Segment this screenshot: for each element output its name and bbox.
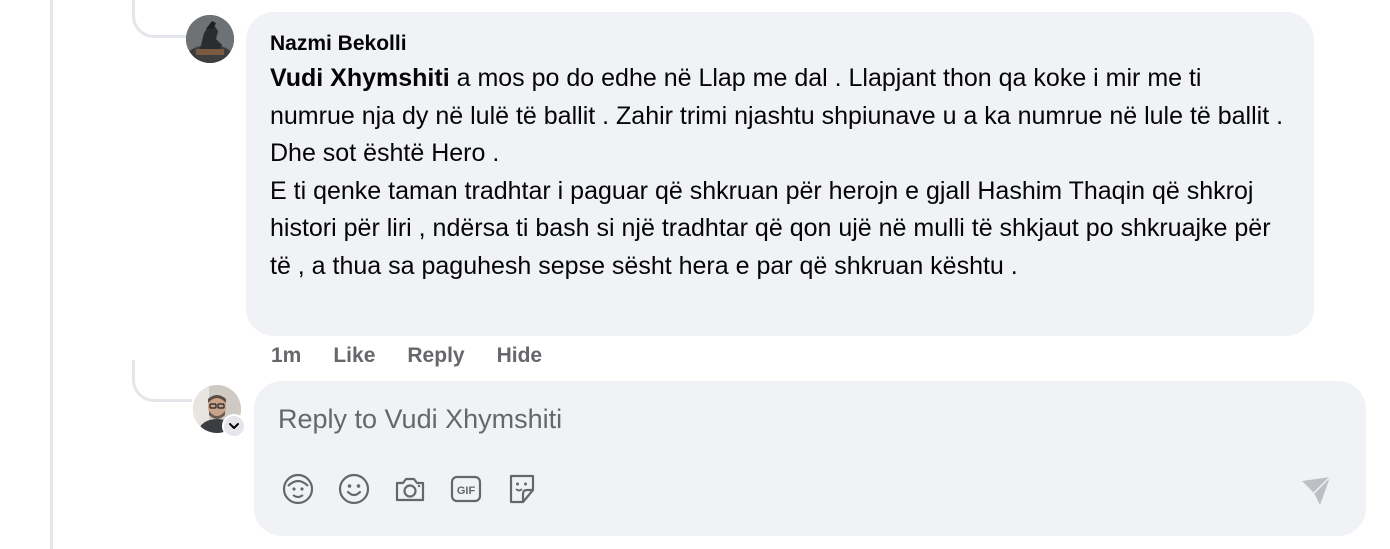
thread-line	[50, 0, 53, 549]
reply-button[interactable]: Reply	[407, 344, 464, 368]
hide-button[interactable]: Hide	[497, 344, 543, 368]
composer-toolbar: GIF	[280, 471, 540, 507]
sticker-icon	[509, 474, 535, 504]
mentioned-user[interactable]: Vudi Xhymshiti	[270, 64, 450, 92]
profile-switcher[interactable]	[222, 414, 246, 438]
photo-button[interactable]	[392, 471, 428, 507]
comment-body: Vudi Xhymshiti a mos po do edhe në Llap …	[270, 60, 1290, 285]
emoji-button[interactable]	[336, 471, 372, 507]
svg-text:GIF: GIF	[457, 485, 476, 497]
thread-connector	[132, 0, 186, 38]
send-icon	[1302, 476, 1331, 505]
comment-author[interactable]: Nazmi Bekolli	[270, 30, 1290, 58]
send-button[interactable]	[1298, 473, 1334, 509]
thread-connector	[132, 360, 192, 402]
sticker-button[interactable]	[504, 471, 540, 507]
gif-button[interactable]: GIF	[448, 471, 484, 507]
like-button[interactable]: Like	[333, 344, 375, 368]
comment-actions: 1m Like Reply Hide	[271, 340, 542, 372]
avatar-sticker-icon	[282, 473, 314, 505]
emoji-icon	[338, 473, 370, 505]
comment-text: a mos po do edhe në Llap me dal . Llapja…	[270, 64, 1284, 280]
comment-thread: Nazmi Bekolli Vudi Xhymshiti a mos po do…	[0, 0, 1390, 549]
chevron-down-icon	[229, 423, 239, 429]
avatar-sticker-button[interactable]	[280, 471, 316, 507]
reply-input[interactable]	[278, 395, 1328, 443]
gif-icon: GIF	[450, 475, 482, 503]
comment-timestamp[interactable]: 1m	[271, 344, 301, 368]
camera-icon	[395, 477, 425, 502]
reply-composer: GIF	[254, 381, 1366, 536]
comment-bubble: Nazmi Bekolli Vudi Xhymshiti a mos po do…	[246, 12, 1314, 336]
commenter-avatar[interactable]	[186, 15, 234, 63]
